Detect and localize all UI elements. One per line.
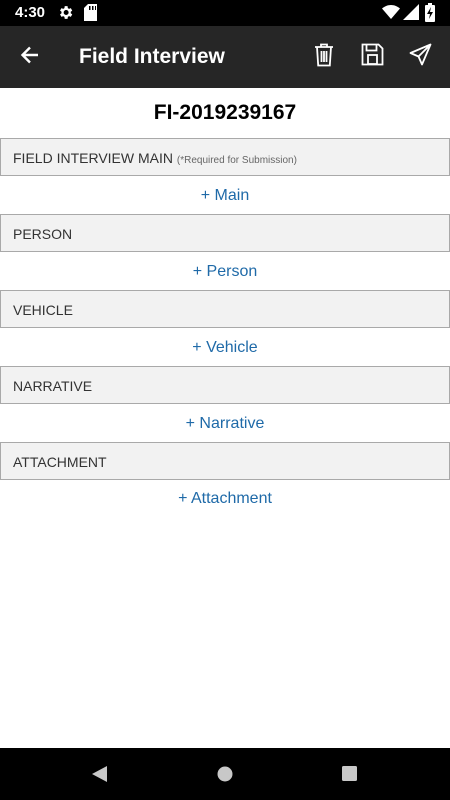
section-title: PERSON — [13, 226, 73, 242]
section-title: VEHICLE — [13, 302, 73, 318]
add-narrative-link[interactable]: + Narrative — [0, 415, 450, 433]
section-header-vehicle[interactable]: VEHICLE — [0, 290, 450, 328]
section-header-narrative[interactable]: NARRATIVE — [0, 366, 450, 404]
home-circle-icon[interactable] — [216, 765, 234, 788]
page-title: Field Interview — [79, 45, 225, 68]
section-header-person[interactable]: PERSON — [0, 214, 450, 252]
save-button[interactable] — [355, 40, 389, 74]
section-title: NARRATIVE — [13, 378, 93, 394]
add-person-link[interactable]: + Person — [0, 263, 450, 281]
required-note: (*Required for Submission) — [176, 155, 297, 166]
add-vehicle-link[interactable]: + Vehicle — [0, 339, 450, 357]
sd-card-icon — [84, 4, 97, 26]
delete-icon — [314, 43, 334, 72]
add-main-link[interactable]: + Main — [0, 187, 450, 205]
app-bar: Field Interview — [0, 26, 450, 88]
back-button[interactable] — [13, 40, 47, 74]
back-triangle-icon[interactable] — [90, 765, 108, 788]
send-button[interactable] — [403, 40, 437, 74]
cellular-icon — [403, 4, 419, 25]
section-header-attachment[interactable]: ATTACHMENT — [0, 442, 450, 480]
section-header-field-interview-main[interactable]: FIELD INTERVIEW MAIN (*Required for Subm… — [0, 138, 450, 176]
section-title: FIELD INTERVIEW MAIN — [13, 150, 173, 166]
add-attachment-link[interactable]: + Attachment — [0, 490, 450, 508]
save-icon — [361, 43, 384, 71]
recents-square-icon[interactable] — [341, 765, 358, 787]
record-id: FI-2019239167 — [153, 101, 297, 124]
gear-icon — [57, 4, 74, 26]
delete-button[interactable] — [307, 40, 341, 74]
back-arrow-icon — [20, 45, 40, 70]
battery-charging-icon — [425, 3, 435, 27]
wifi-icon — [382, 4, 400, 25]
section-title: ATTACHMENT — [13, 454, 107, 470]
status-bar: 4:30 — [0, 0, 450, 26]
section-label: FIELD INTERVIEW MAIN (*Required for Subm… — [13, 150, 297, 166]
send-icon — [409, 43, 432, 71]
status-time: 4:30 — [15, 4, 46, 21]
navigation-bar — [0, 748, 450, 800]
